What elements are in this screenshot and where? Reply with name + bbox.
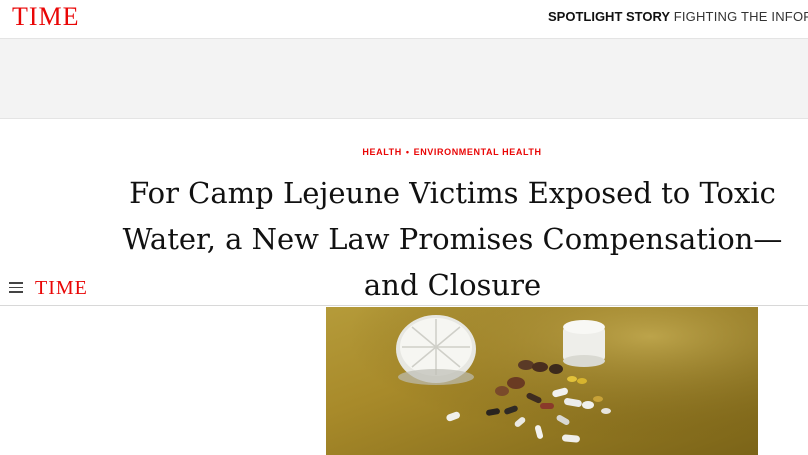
- section-link-health[interactable]: HEALTH: [362, 147, 401, 157]
- article-kicker: HEALTH • ENVIRONMENTAL HEALTH: [0, 147, 808, 158]
- hero-image: [326, 307, 758, 455]
- spotlight-title: FIGHTING THE INFORMAT: [673, 9, 808, 24]
- top-header: TIME SPOTLIGHT STORY FIGHTING THE INFORM…: [0, 0, 808, 38]
- page: TIME SPOTLIGHT STORY FIGHTING THE INFORM…: [0, 0, 808, 455]
- pill-organizer: [396, 315, 476, 385]
- ad-banner: [0, 38, 808, 119]
- kicker-separator: •: [405, 147, 410, 157]
- pills-photo: [326, 307, 758, 455]
- spotlight-story-link[interactable]: SPOTLIGHT STORY FIGHTING THE INFORMAT: [548, 9, 808, 25]
- hamburger-menu-icon[interactable]: [9, 282, 23, 293]
- section-link-environmental-health[interactable]: ENVIRONMENTAL HEALTH: [414, 147, 542, 157]
- medicine-cup: [563, 320, 605, 367]
- nav-time-logo[interactable]: TIME: [35, 276, 88, 300]
- article-headline: For Camp Lejeune Victims Exposed to Toxi…: [122, 176, 783, 302]
- time-logo[interactable]: TIME: [12, 2, 80, 32]
- spotlight-label: SPOTLIGHT STORY: [548, 9, 671, 24]
- nav-divider: [0, 305, 808, 306]
